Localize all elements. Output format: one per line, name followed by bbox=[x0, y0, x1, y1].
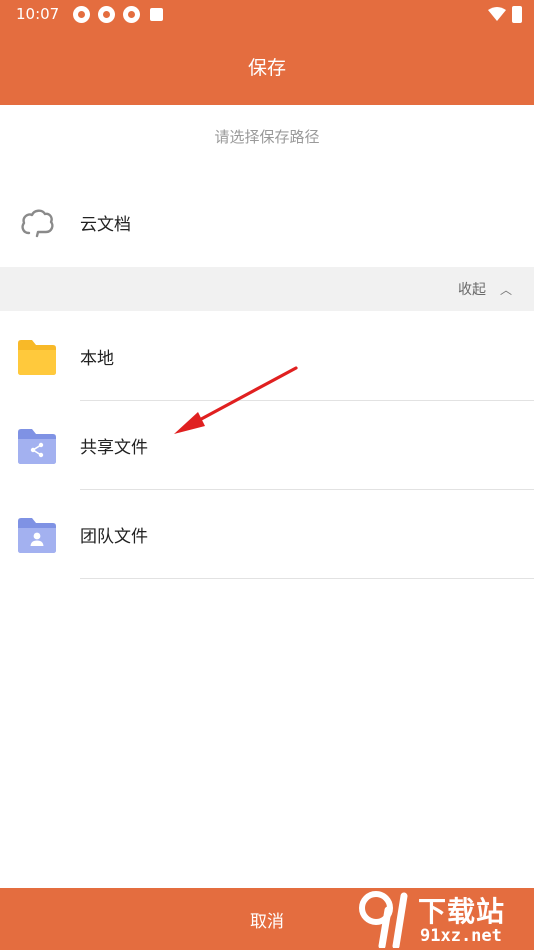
location-label: 本地 bbox=[80, 349, 114, 369]
sync-icon bbox=[73, 5, 91, 23]
wifi-icon bbox=[488, 7, 506, 21]
shared-folder-icon bbox=[18, 428, 56, 464]
status-right bbox=[488, 5, 522, 23]
annotation-arrow bbox=[174, 366, 298, 434]
watermark-logo: 下载站 91xz.net bbox=[358, 890, 530, 948]
team-folder-icon bbox=[18, 517, 56, 553]
location-label: 云文档 bbox=[80, 215, 131, 235]
watermark-text-top: 下载站 bbox=[418, 895, 506, 928]
app-bar: 保存 bbox=[0, 28, 534, 105]
sync-icon bbox=[123, 5, 141, 23]
cancel-label: 取消 bbox=[250, 911, 284, 932]
page-title: 保存 bbox=[247, 57, 286, 79]
status-bar: 10:07 bbox=[0, 0, 534, 28]
collapse-label: 收起 bbox=[457, 282, 486, 298]
watermark-91-logo bbox=[359, 891, 408, 948]
divider bbox=[80, 578, 534, 579]
chevron-up-icon: ︿ bbox=[499, 282, 512, 297]
location-row-team[interactable]: 团队文件 bbox=[0, 490, 534, 579]
location-label: 团队文件 bbox=[80, 527, 148, 547]
cloud-icon bbox=[21, 209, 54, 237]
folder-icon bbox=[18, 339, 56, 375]
battery-charging-icon bbox=[512, 5, 522, 23]
android-app-icon bbox=[150, 7, 164, 21]
location-row-cloud[interactable]: 云文档 bbox=[0, 178, 534, 267]
status-time: 10:07 bbox=[16, 5, 60, 23]
subtitle: 请选择保存路径 bbox=[214, 127, 320, 146]
location-label: 共享文件 bbox=[80, 438, 148, 458]
collapse-toggle[interactable]: 收起 ︿ bbox=[0, 267, 534, 311]
watermark-text-bottom: 91xz.net bbox=[420, 926, 502, 946]
sync-icon bbox=[98, 5, 116, 23]
